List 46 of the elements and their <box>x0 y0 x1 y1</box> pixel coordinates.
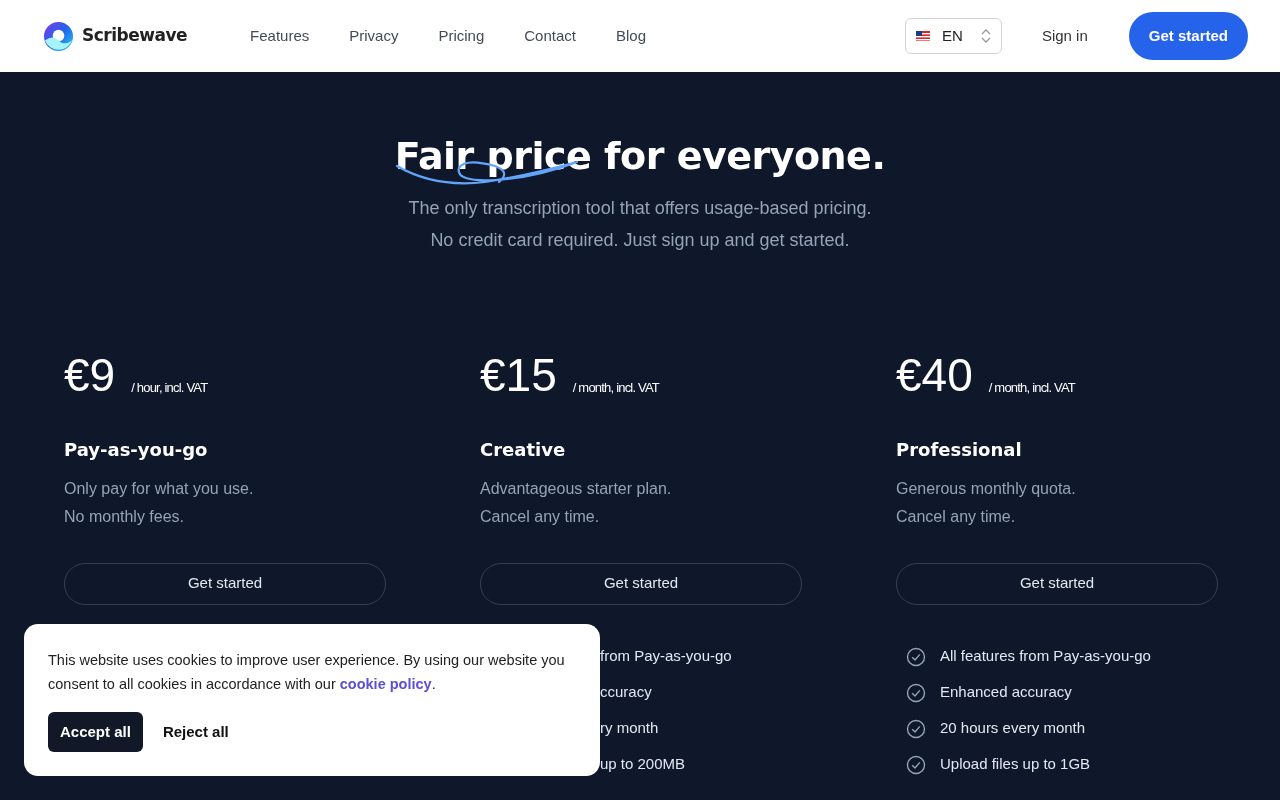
feature-text: Enhanced accuracy <box>940 682 1072 703</box>
feature-text: All features from Pay-as-you-go <box>940 646 1151 667</box>
nav-link[interactable]: Features <box>250 24 310 48</box>
brand-name[interactable]: Scribewave <box>82 23 188 49</box>
nav-link[interactable]: Pricing <box>438 24 485 48</box>
logo-icon <box>43 20 74 52</box>
hero-title: Fair price for everyone. <box>0 134 1280 180</box>
feature-text: from Pay-as-you-go <box>600 646 732 667</box>
plan-description: Only pay for what you use. <box>64 478 255 499</box>
plan-price: €9 <box>64 351 116 398</box>
hero-subtitle: The only transcription tool that offers usage-based pricing. <box>407 196 873 220</box>
plan-description: No monthly fees. <box>64 506 186 527</box>
cookie-policy-link[interactable]: cookie policy <box>339 676 432 692</box>
language-select[interactable]: EN <box>904 18 1002 54</box>
nav-link[interactable]: Blog <box>616 24 646 48</box>
plan-description: Advantageous starter plan. <box>480 478 673 499</box>
check-circle-icon <box>906 718 926 739</box>
chevron-updown-icon <box>980 28 991 44</box>
feature-text: 20 hours every month <box>940 718 1086 739</box>
hero-subtitle: No credit card required. Just sign up and get started. <box>429 228 851 252</box>
plan-description: Cancel any time. <box>480 506 601 527</box>
get-started-button[interactable]: Get started <box>1128 12 1248 60</box>
plan-name: Professional <box>896 437 1023 462</box>
plan-price: €15 <box>480 351 557 398</box>
price-unit: / month, incl. VAT <box>572 379 659 398</box>
feature-text: ccuracy <box>600 682 652 703</box>
check-circle-icon <box>906 754 926 775</box>
feature-text: Upload files up to 1GB <box>940 754 1091 775</box>
feature-text: up to 200MB <box>600 754 686 775</box>
accept-button[interactable]: Accept all <box>48 712 143 752</box>
plan-price: €40 <box>896 351 973 398</box>
nav-link[interactable]: Privacy <box>349 24 399 48</box>
check-circle-icon <box>906 682 926 703</box>
reject-button[interactable]: Reject all <box>150 712 241 752</box>
plan-name: Creative <box>480 437 567 462</box>
price-unit: / hour, incl. VAT <box>131 379 208 398</box>
plan-description: Generous monthly quota. <box>896 478 1077 499</box>
flag-icon <box>915 31 930 41</box>
nav-link[interactable]: Contact <box>524 24 576 48</box>
sign-in-link[interactable]: Sign in <box>1041 24 1088 48</box>
check-circle-icon <box>906 646 926 667</box>
price-unit: / month, incl. VAT <box>988 379 1075 398</box>
feature-text: ry month <box>600 718 659 739</box>
plan-name: Pay-as-you-go <box>64 437 209 462</box>
plan-description: Cancel any time. <box>896 506 1017 527</box>
cookie-message: This website uses cookies to improve user experience. By using our website you consent to all cookies in accordance with our cookie policy. <box>48 651 566 694</box>
